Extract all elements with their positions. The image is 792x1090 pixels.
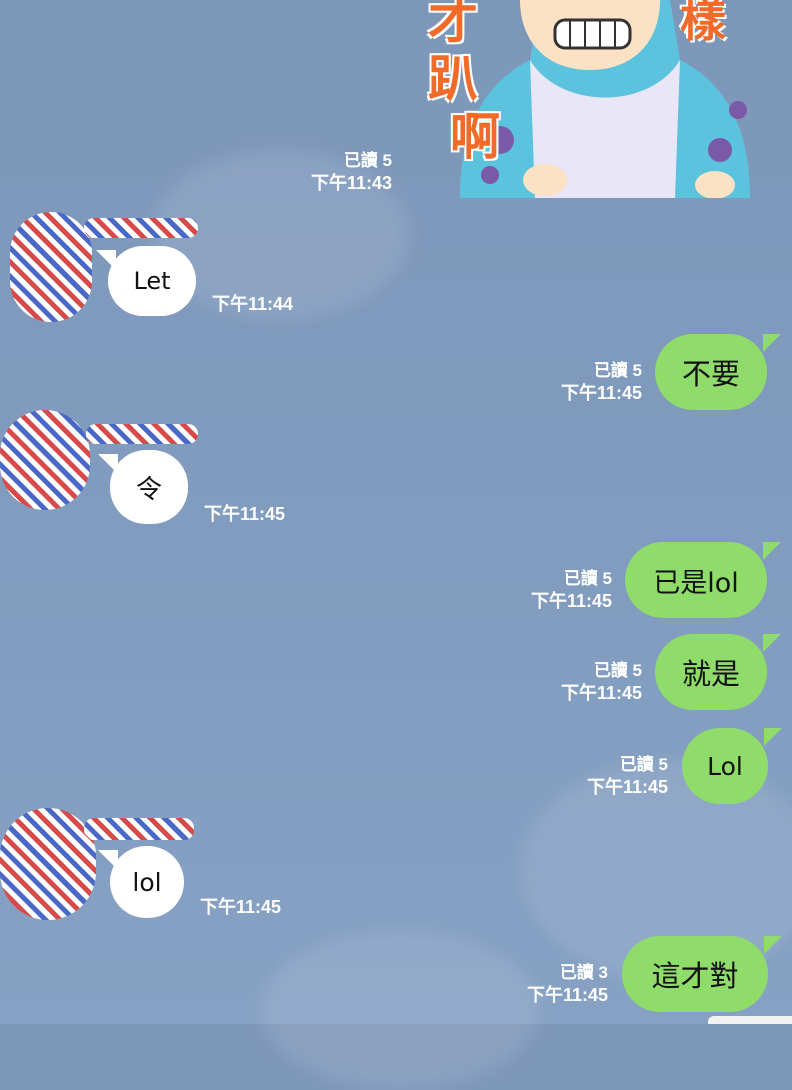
message-time: 下午11:45 — [204, 504, 286, 524]
sticker-char: 才 — [428, 0, 478, 50]
sticker-char: 啊 — [450, 108, 500, 166]
read-receipt: 已讀 5 — [343, 151, 392, 170]
message-text: 不要 — [681, 357, 740, 391]
message-time: 下午11:45 — [560, 683, 642, 703]
read-receipt: 已讀 5 — [619, 755, 668, 774]
outgoing-message-bubble[interactable]: 這才對 — [622, 936, 782, 1012]
message-meta: 已讀 5 下午11:45 — [561, 660, 642, 704]
message-time: 下午11:45 — [530, 591, 612, 611]
read-receipt: 已讀 3 — [559, 963, 608, 982]
message-meta: 已讀 5 下午11:45 — [587, 754, 668, 798]
message-meta: 已讀 5 下午11:43 — [311, 150, 392, 194]
contact-avatar[interactable] — [0, 808, 96, 920]
message-text: 已是lol — [653, 567, 739, 599]
read-receipt: 已讀 5 — [593, 361, 642, 380]
message-text: Lol — [707, 751, 743, 781]
sticker-caption-right: 樣 — [680, 0, 726, 47]
read-receipt: 已讀 5 — [593, 661, 642, 680]
character-sticker[interactable]: 才 趴 啊 樣 — [420, 0, 760, 198]
message-time: 下午11:44 — [212, 294, 294, 314]
message-meta: 已讀 5 下午11:45 — [531, 568, 612, 612]
incoming-message-bubble[interactable]: 令 — [98, 450, 188, 524]
outgoing-message-bubble[interactable]: 不要 — [655, 334, 781, 410]
read-receipt: 已讀 5 — [563, 569, 612, 588]
message-text: lol — [132, 867, 162, 897]
message-time: 下午11:43 — [310, 173, 392, 193]
outgoing-message-bubble[interactable]: Lol — [682, 728, 782, 804]
message-text: Let — [133, 267, 171, 295]
incoming-message-bubble[interactable]: Let — [96, 246, 196, 316]
message-time: 下午11:45 — [526, 985, 608, 1005]
contact-name-redacted — [86, 424, 198, 444]
incoming-message-bubble[interactable]: lol — [98, 846, 184, 918]
message-text: 令 — [135, 474, 162, 505]
bottom-bar-edge — [708, 1016, 792, 1024]
contact-avatar[interactable] — [0, 410, 90, 510]
message-time: 下午11:45 — [586, 777, 668, 797]
message-time: 下午11:45 — [200, 897, 282, 917]
contact-avatar[interactable] — [10, 212, 92, 322]
contact-name-redacted — [84, 818, 194, 840]
message-meta: 已讀 5 下午11:45 — [561, 360, 642, 404]
message-time: 下午11:45 — [560, 383, 642, 403]
contact-name-redacted — [84, 218, 198, 238]
message-meta: 已讀 3 下午11:45 — [527, 962, 608, 1006]
outgoing-message-bubble[interactable]: 已是lol — [625, 542, 781, 618]
sticker-char: 趴 — [428, 50, 478, 108]
message-text: 這才對 — [651, 959, 739, 993]
background-cloud — [260, 930, 540, 1090]
message-text: 就是 — [681, 657, 740, 691]
sticker-caption-left: 才 趴 啊 — [428, 0, 500, 166]
outgoing-message-bubble[interactable]: 就是 — [655, 634, 781, 710]
